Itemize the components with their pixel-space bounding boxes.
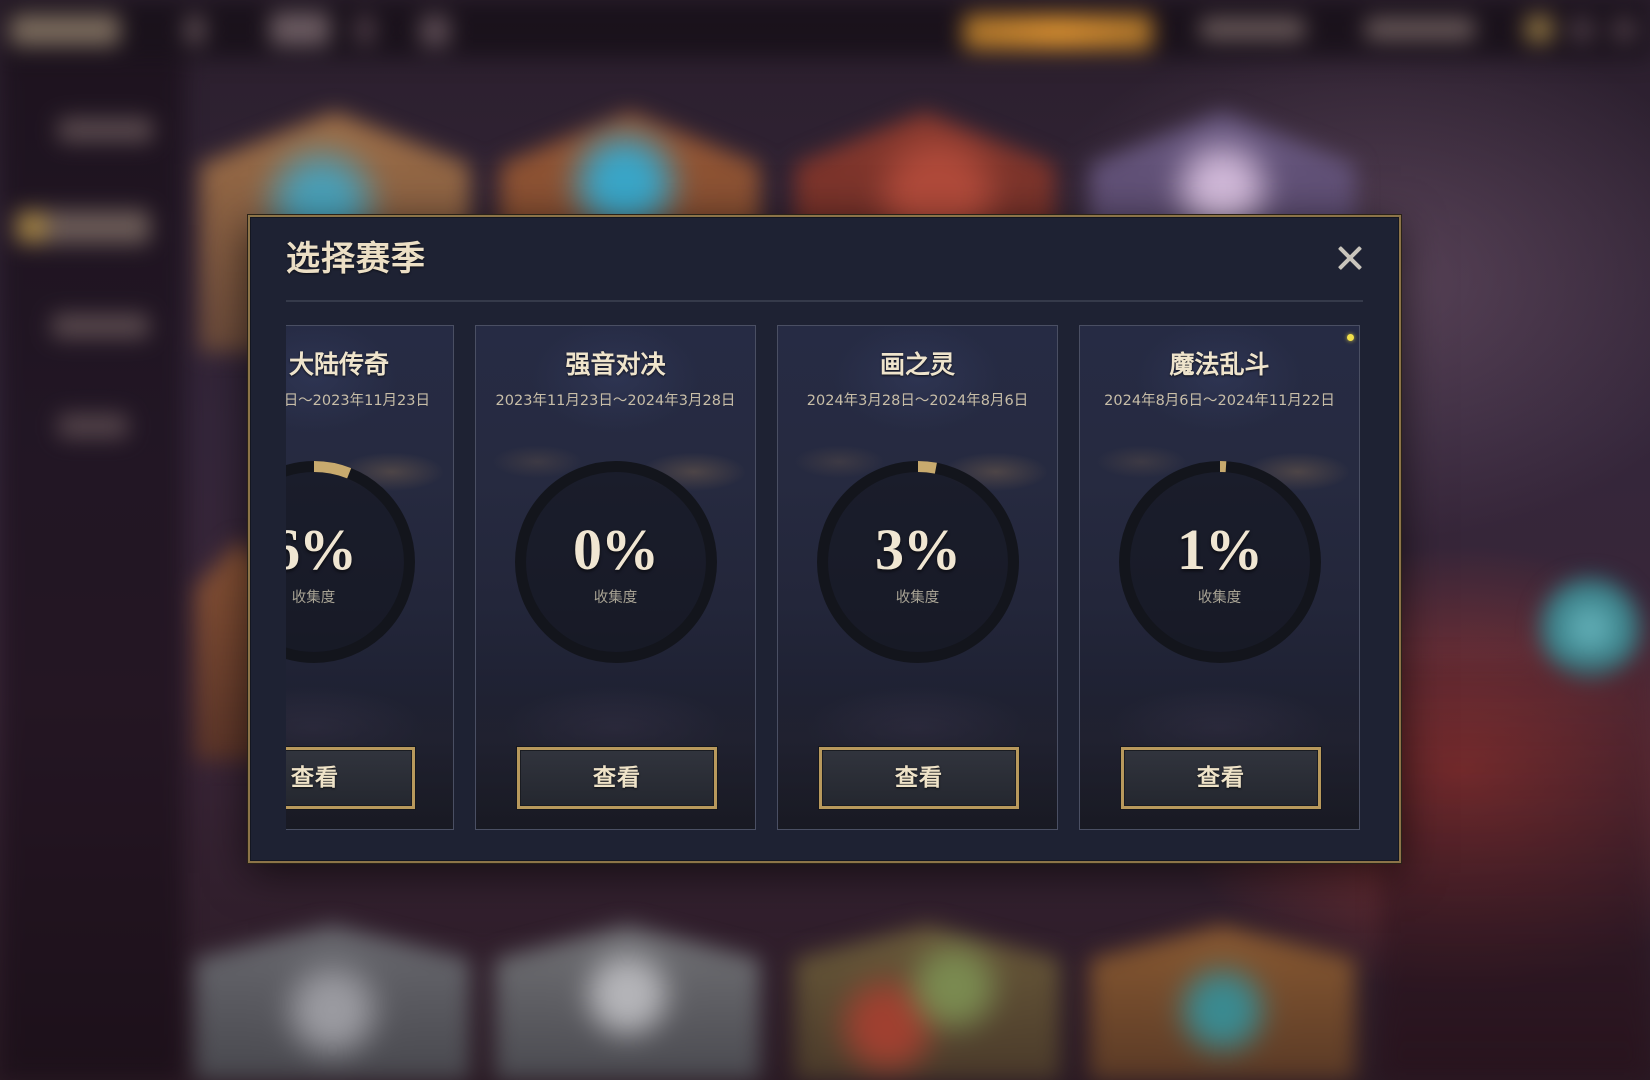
season-date-range: 2024年3月28日～2024年8月6日 [806, 393, 1029, 409]
title-divider [286, 300, 1363, 302]
season-title: 画之灵 [879, 350, 955, 379]
season-title: 强音对决 [565, 350, 666, 379]
season-tile-thumbnail [1090, 925, 1355, 1080]
season-title: 魔法乱斗 [1169, 350, 1270, 379]
minimize-icon [1612, 18, 1636, 42]
client-logo [10, 14, 120, 46]
select-season-dialog: 选择赛季 大陆传奇 日～2023年11月23日 6% 收集度 查看 [248, 215, 1401, 863]
close-button[interactable] [1334, 242, 1366, 274]
collection-percent: 3% [875, 517, 961, 582]
collection-label: 收集度 [593, 590, 638, 606]
settings-icon [1570, 18, 1594, 42]
season-date-range: 2024年8月6日～2024年11月22日 [1104, 393, 1335, 409]
profile-icon [1525, 15, 1553, 43]
view-button-label: 查看 [291, 765, 339, 791]
season-card: 画之灵 2024年3月28日～2024年8月6日 3% 收集度 查看 [777, 325, 1058, 830]
currency-display [1200, 18, 1305, 40]
collection-percent: 0% [573, 517, 659, 582]
sidebar-active-icon [18, 212, 46, 242]
season-card: 强音对决 2023年11月23日～2024年3月28日 0% 收集度 查看 [475, 325, 756, 830]
top-nav-item [185, 15, 205, 45]
city-silhouette [1380, 660, 1650, 1080]
new-indicator-dot [1347, 334, 1354, 341]
view-season-button[interactable]: 查看 [286, 747, 415, 809]
season-tile-thumbnail [795, 925, 1060, 1080]
season-card: 大陆传奇 日～2023年11月23日 6% 收集度 查看 [286, 325, 454, 830]
season-date-range: 日～2023年11月23日 [286, 393, 430, 409]
sidebar-item [58, 414, 128, 438]
season-title: 大陆传奇 [288, 350, 389, 379]
play-button [963, 14, 1153, 50]
view-season-button[interactable]: 查看 [517, 747, 717, 809]
season-card: 魔法乱斗 2024年8月6日～2024年11月22日 1% 收集度 查看 [1079, 325, 1360, 830]
top-nav-item [420, 15, 450, 47]
top-nav-item [355, 15, 375, 45]
collection-percent: 6% [286, 517, 357, 582]
dialog-title: 选择赛季 [286, 239, 426, 279]
season-carousel: 大陆传奇 日～2023年11月23日 6% 收集度 查看 强音对决 2023年1… [286, 325, 1363, 831]
view-button-label: 查看 [895, 765, 943, 791]
view-season-button[interactable]: 查看 [1121, 747, 1321, 809]
view-button-label: 查看 [593, 765, 641, 791]
view-button-label: 查看 [1197, 765, 1245, 791]
season-tile-thumbnail [195, 925, 470, 1080]
currency-display [1365, 18, 1475, 40]
top-nav-item [270, 12, 330, 46]
view-season-button[interactable]: 查看 [819, 747, 1019, 809]
sidebar-item [58, 118, 153, 142]
collection-percent: 1% [1177, 517, 1263, 582]
season-tile-thumbnail [495, 925, 760, 1080]
season-date-range: 2023年11月23日～2024年3月28日 [495, 393, 736, 409]
collection-label: 收集度 [291, 590, 336, 606]
sidebar-item [52, 314, 149, 338]
collection-label: 收集度 [895, 590, 940, 606]
collection-label: 收集度 [1197, 590, 1242, 606]
